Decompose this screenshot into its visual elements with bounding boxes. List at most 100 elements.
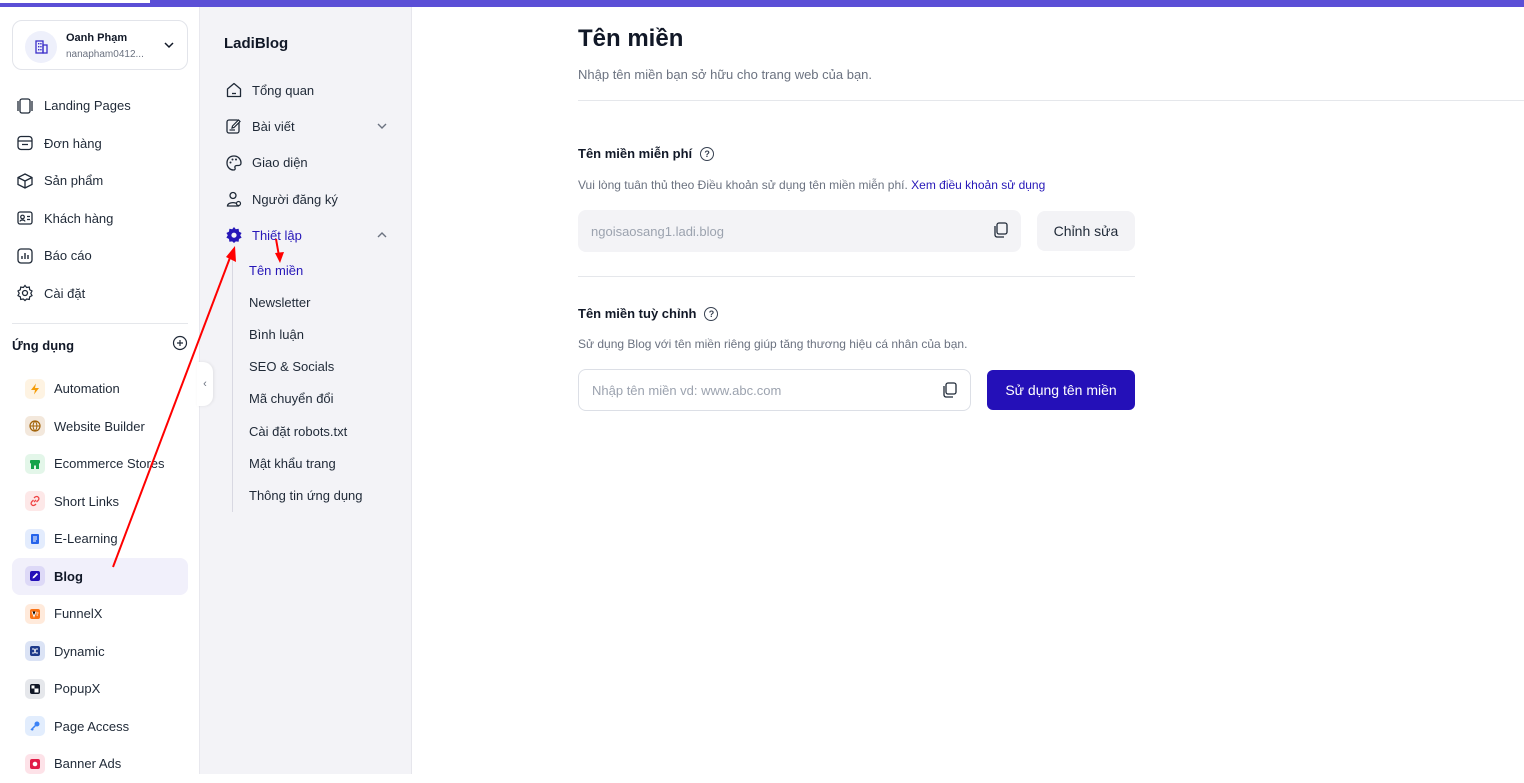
submenu-seo-socials[interactable]: SEO & Socials <box>233 351 392 383</box>
use-domain-button[interactable]: Sử dụng tên miền <box>987 370 1135 410</box>
blog-nav-label: Giao diện <box>252 155 308 171</box>
account-switcher[interactable]: Oanh Phạm nanapham0412... <box>12 20 188 70</box>
nav-label: Sản phẩm <box>44 173 104 189</box>
free-domain-description: Vui lòng tuân thủ theo Điều khoản sử dụn… <box>578 178 1045 192</box>
banner-ads-icon <box>25 753 45 774</box>
collapse-sidebar-button[interactable]: ‹ <box>197 362 213 406</box>
custom-domain-input[interactable] <box>592 382 912 398</box>
help-icon[interactable]: ? <box>700 146 715 161</box>
app-item-page-access[interactable]: Page Access <box>12 708 188 746</box>
orders-icon <box>14 132 36 154</box>
customers-icon <box>14 207 36 229</box>
edit-icon <box>224 116 244 136</box>
submenu-page-password[interactable]: Mật khẩu trang <box>233 447 392 479</box>
blog-nav-label: Tổng quan <box>252 82 315 98</box>
nav-label: Khách hàng <box>44 210 114 226</box>
submenu-app-info[interactable]: Thông tin ứng dụng <box>233 479 392 511</box>
nav-label: Báo cáo <box>44 248 92 264</box>
blog-nav-subscribers[interactable]: Người đăng ký <box>224 181 394 217</box>
copy-icon[interactable] <box>992 221 1010 242</box>
submenu-newsletter[interactable]: Newsletter <box>233 286 392 318</box>
nav-label: Landing Pages <box>44 98 131 114</box>
submenu-comments[interactable]: Bình luận <box>233 318 392 350</box>
apps-heading: Ứng dụng <box>12 337 75 353</box>
app-label: PopupX <box>54 681 101 697</box>
chevron-down-icon[interactable] <box>376 120 388 135</box>
key-icon <box>25 716 45 737</box>
account-name: Oanh Phạm <box>66 32 128 44</box>
nav-label: Đơn hàng <box>44 135 102 151</box>
top-accent-bar <box>0 0 1524 7</box>
chevron-down-icon <box>163 38 175 56</box>
custom-domain-field[interactable] <box>578 369 971 411</box>
blog-nav-overview[interactable]: Tổng quan <box>224 72 394 108</box>
blog-nav-appearance[interactable]: Giao diện <box>224 145 394 181</box>
blog-nav-label: Người đăng ký <box>252 191 338 207</box>
app-item-e-learning[interactable]: E-Learning <box>12 520 188 558</box>
chevron-up-icon[interactable] <box>376 229 388 244</box>
app-label: Page Access <box>54 718 130 734</box>
app-label: Dynamic <box>54 643 105 659</box>
terms-link[interactable]: Xem điều khoản sử dụng <box>911 178 1045 192</box>
app-item-short-links[interactable]: Short Links <box>12 483 188 521</box>
settings-submenu: Tên miền Newsletter Bình luận SEO & Soci… <box>232 254 392 512</box>
top-bar-notch <box>0 0 150 3</box>
copy-icon[interactable] <box>941 381 959 402</box>
app-item-automation[interactable]: Automation <box>12 370 188 408</box>
app-item-funnelx[interactable]: FunnelX <box>12 595 188 633</box>
page-divider <box>578 100 1524 101</box>
nav-item-products[interactable]: Sản phẩm <box>14 162 188 200</box>
nav-item-landing-pages[interactable]: Landing Pages <box>14 87 188 125</box>
custom-domain-description: Sử dụng Blog với tên miền riêng giúp tăn… <box>578 337 968 351</box>
edit-domain-button[interactable]: Chỉnh sửa <box>1037 211 1135 251</box>
apps-list: Automation Website Builder Ecommerce Sto… <box>12 370 188 783</box>
globe-icon <box>25 416 45 437</box>
nav-item-customers[interactable]: Khách hàng <box>14 200 188 238</box>
funnel-icon <box>25 603 45 624</box>
custom-domain-title: Tên miền tuỳ chỉnh ? <box>578 306 719 321</box>
blog-nav: Tổng quan Bài viết Giao diện Người đăng … <box>224 72 394 253</box>
app-item-ecommerce-stores[interactable]: Ecommerce Stores <box>12 445 188 483</box>
book-icon <box>25 528 45 549</box>
nav-item-reports[interactable]: Báo cáo <box>14 237 188 275</box>
blog-nav-posts[interactable]: Bài viết <box>224 108 394 144</box>
chevron-left-icon: ‹ <box>203 378 207 390</box>
app-item-blog[interactable]: Blog <box>12 557 188 595</box>
popup-icon <box>25 678 45 699</box>
sidebar-divider <box>12 323 188 324</box>
account-email: nanapham0412... <box>66 49 144 60</box>
app-label: Automation <box>54 381 120 397</box>
nav-label: Cài đặt <box>44 285 86 301</box>
free-domain-value: ngoisaosang1.ladi.blog <box>591 223 724 239</box>
landing-pages-icon <box>14 95 36 117</box>
nav-item-settings[interactable]: Cài đặt <box>14 275 188 313</box>
custom-domain-title-text: Tên miền tuỳ chỉnh <box>578 306 697 321</box>
apps-header: Ứng dụng <box>12 335 188 355</box>
blog-nav-label: Thiết lập <box>252 227 302 243</box>
nav-item-orders[interactable]: Đơn hàng <box>14 125 188 163</box>
free-domain-field: ngoisaosang1.ladi.blog <box>578 210 1021 252</box>
main-sidebar: Oanh Phạm nanapham0412... Landing Pages … <box>0 7 200 774</box>
help-icon[interactable]: ? <box>704 306 719 321</box>
gear-icon <box>224 225 244 245</box>
building-icon <box>25 31 57 63</box>
free-domain-title: Tên miền miễn phí ? <box>578 146 715 161</box>
submenu-robots[interactable]: Cài đặt robots.txt <box>233 415 392 447</box>
submenu-domain[interactable]: Tên miền <box>233 254 392 286</box>
app-item-popupx[interactable]: PopupX <box>12 670 188 708</box>
blog-nav-settings[interactable]: Thiết lập <box>224 217 394 253</box>
app-label: Ecommerce Stores <box>54 456 165 472</box>
home-icon <box>224 80 244 100</box>
page-title: Tên miền <box>578 25 684 52</box>
blog-sidebar: LadiBlog Tổng quan Bài viết Giao diện Ng… <box>200 7 412 774</box>
blog-nav-label: Bài viết <box>252 118 295 134</box>
add-app-icon[interactable] <box>172 335 188 356</box>
submenu-conversion-code[interactable]: Mã chuyển đổi <box>233 383 392 415</box>
subscriber-icon <box>224 189 244 209</box>
app-label: FunnelX <box>54 606 103 622</box>
app-item-dynamic[interactable]: Dynamic <box>12 633 188 671</box>
app-item-website-builder[interactable]: Website Builder <box>12 408 188 446</box>
palette-icon <box>224 153 244 173</box>
app-label: Banner Ads <box>54 756 122 772</box>
app-item-banner-ads[interactable]: Banner Ads <box>12 745 188 783</box>
